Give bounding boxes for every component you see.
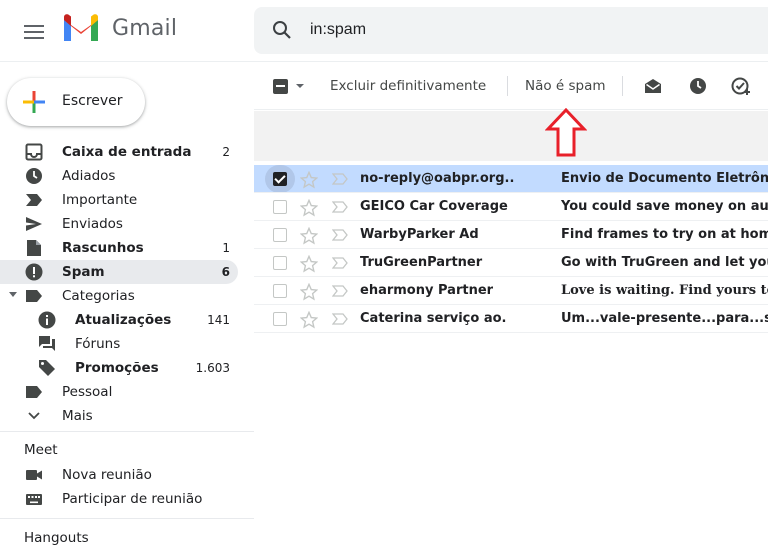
email-sender: Caterina serviço ao. <box>360 311 507 326</box>
row-checkbox[interactable] <box>273 200 287 214</box>
sidebar-item-important[interactable]: Importante <box>0 188 238 212</box>
email-subject: Go with TruGreen and let your lawn shine <box>561 255 768 270</box>
send-icon <box>24 214 44 234</box>
select-dropdown-icon[interactable] <box>296 84 304 88</box>
important-marker-icon[interactable] <box>332 313 348 325</box>
chevron-down-icon <box>24 406 44 426</box>
email-subject: Find frames to try on at home for free <box>561 227 768 242</box>
app-name: Gmail <box>112 15 178 41</box>
forum-icon <box>37 334 57 354</box>
not-spam-button[interactable]: Não é spam <box>525 78 606 94</box>
sidebar-item-updates[interactable]: Atualizações 141 <box>0 308 238 332</box>
star-icon[interactable] <box>300 171 318 189</box>
star-icon[interactable] <box>300 199 318 217</box>
list-banner <box>254 111 768 161</box>
star-icon[interactable] <box>300 255 318 273</box>
email-subject: Um...vale-presente...para...seu...aniver… <box>561 311 768 326</box>
sidebar-item-more[interactable]: Mais <box>0 404 238 428</box>
hamburger-icon <box>24 25 44 39</box>
toolbar-divider <box>622 76 623 96</box>
star-icon[interactable] <box>300 227 318 245</box>
meet-nav: Nova reunião Participar de reunião <box>0 463 254 511</box>
compose-button[interactable]: Escrever <box>7 78 145 126</box>
sidebar-item-spam[interactable]: Spam 6 <box>0 260 238 284</box>
sidebar-item-promotions[interactable]: Promoções 1.603 <box>0 356 238 380</box>
email-subject: Love is waiting. Find yours today <box>561 283 768 298</box>
gmail-m-logo <box>64 14 98 41</box>
clock-icon <box>24 166 44 186</box>
important-marker-icon[interactable] <box>332 285 348 297</box>
row-checkbox[interactable] <box>273 228 287 242</box>
important-marker-icon[interactable] <box>332 173 348 185</box>
star-icon[interactable] <box>300 311 318 329</box>
row-checkbox[interactable] <box>273 312 287 326</box>
compose-label: Escrever <box>62 93 123 109</box>
sidebar-item-snoozed[interactable]: Adiados <box>0 164 238 188</box>
expand-caret-icon[interactable] <box>9 292 17 297</box>
new-meeting-item[interactable]: Nova reunião <box>0 463 238 487</box>
mark-read-icon[interactable] <box>643 76 663 96</box>
star-icon[interactable] <box>300 283 318 301</box>
label-icon <box>24 382 44 402</box>
row-checkbox[interactable] <box>273 284 287 298</box>
main-menu-button[interactable] <box>20 18 48 46</box>
sidebar-nav: Caixa de entrada 2 Adiados Importante En… <box>0 140 254 428</box>
table-row[interactable]: no-reply@oabpr.org.. Envio de Documento … <box>254 165 768 193</box>
draft-icon <box>24 238 44 258</box>
sidebar-divider <box>0 518 254 519</box>
important-marker-icon[interactable] <box>332 229 348 241</box>
search-icon[interactable] <box>272 20 292 45</box>
important-marker-icon[interactable] <box>332 201 348 213</box>
sidebar-divider <box>0 431 254 432</box>
hangouts-section-title: Hangouts <box>24 530 89 546</box>
toolbar-divider <box>507 76 508 96</box>
video-icon <box>24 465 44 485</box>
add-task-icon[interactable] <box>731 76 751 96</box>
sidebar-item-drafts[interactable]: Rascunhos 1 <box>0 236 238 260</box>
sidebar-item-personal[interactable]: Pessoal <box>0 380 238 404</box>
email-subject: Envio de Documento Eletrônico <box>561 171 768 186</box>
sidebar-item-categories[interactable]: Categorias <box>0 284 238 308</box>
email-subject: You could save money on auto insurance <box>561 199 768 214</box>
keyboard-icon <box>24 489 44 509</box>
important-marker-icon[interactable] <box>332 257 348 269</box>
plus-icon <box>23 91 45 113</box>
row-checkbox[interactable] <box>273 256 287 270</box>
email-sender: WarbyParker Ad <box>360 227 479 242</box>
email-sender: eharmony Partner <box>360 283 494 298</box>
info-icon <box>37 310 57 330</box>
meet-section-title: Meet <box>24 442 58 458</box>
search-bar[interactable]: in:spam <box>254 7 768 54</box>
gmail-logo[interactable]: Gmail <box>62 13 177 43</box>
email-sender: no-reply@oabpr.org.. <box>360 171 515 186</box>
email-sender: TruGreenPartner <box>360 255 483 270</box>
table-row[interactable]: WarbyParker Ad Find frames to try on at … <box>254 221 768 249</box>
tag-icon <box>37 358 57 378</box>
important-icon <box>24 190 44 210</box>
sidebar-item-inbox[interactable]: Caixa de entrada 2 <box>0 140 238 164</box>
label-icon <box>24 286 44 306</box>
table-row[interactable]: eharmony Partner Love is waiting. Find y… <box>254 277 768 305</box>
up-arrow-annotation-icon <box>545 108 587 157</box>
delete-forever-button[interactable]: Excluir definitivamente <box>330 78 486 94</box>
snooze-icon[interactable] <box>688 76 708 96</box>
table-row[interactable]: TruGreenPartner Go with TruGreen and let… <box>254 249 768 277</box>
select-all-checkbox[interactable] <box>273 79 288 94</box>
table-row[interactable]: Caterina serviço ao. Um...vale-presente.… <box>254 305 768 333</box>
row-checkbox[interactable] <box>273 172 287 186</box>
email-sender: GEICO Car Coverage <box>360 199 508 214</box>
email-list: no-reply@oabpr.org.. Envio de Documento … <box>254 165 768 333</box>
top-header: Gmail in:spam <box>0 0 768 62</box>
list-toolbar: Excluir definitivamente Não é spam <box>254 62 768 110</box>
table-row[interactable]: GEICO Car Coverage You could save money … <box>254 193 768 221</box>
inbox-icon <box>24 142 44 162</box>
sidebar-item-sent[interactable]: Enviados <box>0 212 238 236</box>
spam-icon <box>24 262 44 282</box>
join-meeting-item[interactable]: Participar de reunião <box>0 487 238 511</box>
sidebar-item-forums[interactable]: Fóruns <box>0 332 238 356</box>
search-input[interactable]: in:spam <box>310 21 366 39</box>
